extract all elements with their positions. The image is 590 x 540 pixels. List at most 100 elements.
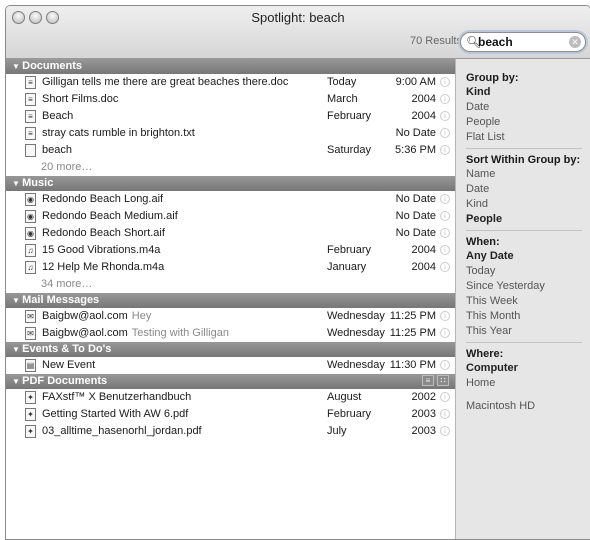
info-icon[interactable]: i [440, 311, 450, 321]
result-date: February [327, 408, 372, 420]
result-row[interactable]: ✦ FAXstf™ X Benutzerhandbuch August 2002 i [6, 389, 455, 406]
result-row[interactable]: beach Saturday 5:36 PM i [6, 142, 455, 159]
disclosure-triangle-icon[interactable]: ▼ [12, 179, 22, 188]
results-list: ▼ Documents ≡ Gilligan tells me there are … [6, 59, 455, 539]
disclosure-triangle-icon[interactable]: ▼ [12, 345, 22, 354]
result-row[interactable]: ≡ Beach February 2004 i [6, 108, 455, 125]
result-time: 2004 [411, 244, 436, 256]
sidebar-option[interactable]: Date [466, 182, 590, 197]
result-date: Wednesday [327, 327, 385, 339]
result-name: 12 Help Me Rhonda.m4a [42, 259, 164, 276]
category-header[interactable]: ▼ PDF Documents ≡ ∷ [6, 374, 455, 389]
show-more-link[interactable]: 20 more… [6, 159, 455, 176]
disclosure-triangle-icon[interactable]: ▼ [12, 62, 22, 71]
result-title: FAXstf™ X Benutzerhandbuch [42, 391, 192, 403]
result-row[interactable]: ✦ 03_alltime_hasenorhl_jordan.pdf July 2003… [6, 423, 455, 440]
sidebar-option[interactable]: Flat List [466, 130, 590, 145]
category-header[interactable]: ▼ Documents [6, 59, 455, 74]
category-header[interactable]: ▼ Mail Messages [6, 293, 455, 308]
info-icon[interactable]: i [440, 245, 450, 255]
result-time: No Date [395, 193, 436, 205]
info-icon[interactable]: i [440, 360, 450, 370]
result-row[interactable]: ≡ Short Films.doc March 2004 i [6, 91, 455, 108]
search-input[interactable] [478, 35, 562, 49]
info-icon[interactable]: i [440, 228, 450, 238]
result-row[interactable]: ◉ Redondo Beach Long.aif No Date i [6, 191, 455, 208]
result-row[interactable]: ♫ 15 Good Vibrations.m4a February 2004 i [6, 242, 455, 259]
result-title: 15 Good Vibrations.m4a [42, 244, 161, 256]
sidebar-option[interactable]: Date [466, 100, 590, 115]
result-row[interactable]: ≡ stray cats rumble in brighton.txt No Dat… [6, 125, 455, 142]
sidebar-heading: Where: [466, 348, 504, 360]
sidebar-option[interactable]: This Month [466, 309, 590, 324]
info-icon[interactable]: i [440, 262, 450, 272]
sidebar-option[interactable]: This Week [466, 294, 590, 309]
result-row[interactable]: ✉ Baigbw@aol.com Hey Wednesday 11:25 PM i [6, 308, 455, 325]
sidebar-option[interactable]: Computer [466, 361, 590, 376]
result-time: No Date [395, 227, 436, 239]
sidebar-option[interactable]: This Year [466, 324, 590, 339]
info-icon[interactable]: i [440, 211, 450, 221]
list-view-icon[interactable]: ≡ [422, 375, 434, 386]
sidebar-option[interactable]: Name [466, 167, 590, 182]
info-icon[interactable]: i [440, 194, 450, 204]
mail-icon: ✉ [25, 327, 36, 340]
info-icon[interactable]: i [440, 128, 450, 138]
result-row[interactable]: ✉ Baigbw@aol.com Testing with Gilligan Wedn… [6, 325, 455, 342]
calendar-event-icon: ▤ [25, 359, 36, 372]
sidebar-option[interactable]: Home [466, 376, 590, 391]
sidebar-option[interactable]: Kind [466, 85, 590, 100]
window-title: Spotlight: beach [251, 10, 345, 25]
sidebar-option[interactable]: Kind [466, 197, 590, 212]
result-name: 03_alltime_hasenorhl_jordan.pdf [42, 423, 202, 440]
result-title: Gilligan tells me there are great beache… [42, 76, 289, 88]
sidebar-heading: When: [466, 236, 500, 248]
category-header[interactable]: ▼ Events & To Do's [6, 342, 455, 357]
sidebar-option[interactable]: People [466, 115, 590, 130]
grid-view-icon[interactable]: ∷ [437, 375, 449, 386]
result-row[interactable]: ♫ 12 Help Me Rhonda.m4a January 2004 i [6, 259, 455, 276]
result-row[interactable]: ◉ Redondo Beach Short.aif No Date i [6, 225, 455, 242]
info-icon[interactable]: i [440, 111, 450, 121]
sidebar-option[interactable]: Any Date [466, 249, 590, 264]
result-subtitle: Hey [131, 310, 152, 322]
info-icon[interactable]: i [440, 426, 450, 436]
result-date: Saturday [327, 144, 372, 156]
info-icon[interactable]: i [440, 77, 450, 87]
result-date: Wednesday [327, 310, 385, 322]
info-icon[interactable]: i [440, 145, 450, 155]
doc-file-icon: ≡ [25, 110, 36, 123]
doc-file-icon: ≡ [25, 93, 36, 106]
sidebar-option[interactable]: People [466, 212, 590, 227]
result-title: Getting Started With AW 6.pdf [42, 408, 189, 420]
result-time: 9:00 AM [395, 76, 436, 88]
sidebar-option[interactable]: Today [466, 264, 590, 279]
category-label: Documents [22, 60, 83, 72]
info-icon[interactable]: i [440, 409, 450, 419]
show-more-link[interactable]: 34 more… [6, 276, 455, 293]
disclosure-triangle-icon[interactable]: ▼ [12, 296, 22, 305]
sidebar-option[interactable]: Macintosh HD [466, 399, 590, 414]
result-row[interactable]: ◉ Redondo Beach Medium.aif No Date i [6, 208, 455, 225]
result-time: No Date [395, 210, 436, 222]
result-title: Redondo Beach Medium.aif [42, 210, 178, 222]
result-row[interactable]: ▤ New Event Wednesday 11:30 PM i [6, 357, 455, 374]
result-date: January [327, 261, 367, 273]
spotlight-window: Spotlight: beach 70 Results 🔍︎ ✕ ▼ Docum… [5, 5, 590, 540]
result-row[interactable]: ✦ Getting Started With AW 6.pdf February 20… [6, 406, 455, 423]
search-field[interactable]: 🔍︎ ✕ [460, 32, 586, 52]
info-icon[interactable]: i [440, 392, 450, 402]
result-date: March [327, 93, 358, 105]
info-icon[interactable]: i [440, 328, 450, 338]
result-row[interactable]: ≡ Gilligan tells me there are great beach… [6, 74, 455, 91]
sidebar-option[interactable]: Since Yesterday [466, 279, 590, 294]
clear-search-icon[interactable]: ✕ [569, 36, 581, 48]
result-title: New Event [42, 359, 96, 371]
text-file-icon: ≡ [25, 127, 36, 140]
disclosure-triangle-icon[interactable]: ▼ [12, 377, 22, 386]
result-title: Redondo Beach Long.aif [42, 193, 164, 205]
category-label: Events & To Do's [22, 343, 112, 355]
info-icon[interactable]: i [440, 94, 450, 104]
category-header[interactable]: ▼ Music [6, 176, 455, 191]
result-title: Short Films.doc [42, 93, 119, 105]
